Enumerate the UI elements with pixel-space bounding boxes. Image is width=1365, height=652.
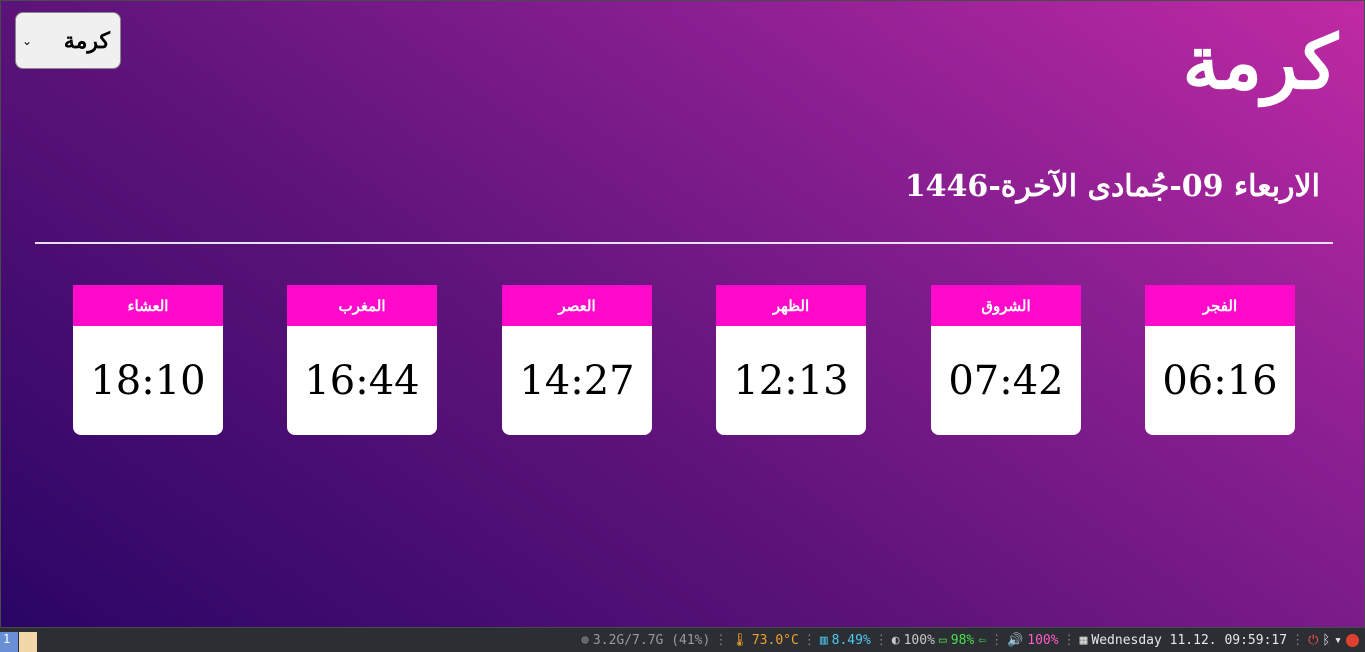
memory-usage: 3.2G/7.7G (41%)	[592, 632, 711, 648]
battery-level: 98%	[950, 632, 975, 648]
prayer-card-fajr: الفجر 06:16	[1145, 285, 1295, 435]
prayer-name: المغرب	[287, 285, 437, 326]
clock: Wednesday 11.12. 09:59:17	[1091, 632, 1288, 648]
separator: ⋮	[802, 632, 816, 648]
prayer-time: 18:10	[90, 357, 206, 404]
prayer-time: 16:44	[304, 357, 420, 404]
prayer-name: الشروق	[931, 285, 1081, 326]
prayer-name: العصر	[502, 285, 652, 326]
wifi-icon[interactable]: ▾	[1334, 633, 1342, 648]
app-tray-icon[interactable]	[1346, 633, 1359, 647]
separator: ⋮	[1291, 632, 1305, 648]
bluetooth-icon[interactable]: ᛒ	[1322, 633, 1330, 648]
prayer-time: 07:42	[948, 357, 1064, 404]
cpu-icon: ▥	[819, 632, 828, 648]
city-title: كرمة	[1182, 20, 1338, 106]
speaker-icon[interactable]: 🔊	[1007, 633, 1023, 648]
separator: ⋮	[990, 632, 1004, 648]
prayer-name: الظهر	[716, 285, 866, 326]
chevron-down-icon: ⌄	[22, 33, 33, 48]
prayer-times-window: ⌄ كرمة كرمة الاربعاء 09-جُمادى الآخرة-14…	[0, 0, 1365, 628]
separator: ⋮	[714, 632, 728, 648]
hijri-date: الاربعاء 09-جُمادى الآخرة-1446	[904, 169, 1320, 204]
prayer-time: 12:13	[733, 357, 849, 404]
status-widgets: ⊚ 3.2G/7.7G (41%) ⋮ 🌡 73.0°C ⋮ ▥ 8.49% ⋮…	[581, 628, 1359, 652]
prayer-time: 06:16	[1162, 357, 1278, 404]
city-select[interactable]: ⌄ كرمة	[15, 12, 121, 69]
divider	[35, 242, 1333, 244]
prayer-card-shurooq: الشروق 07:42	[931, 285, 1081, 435]
memory-icon: ⊚	[581, 632, 589, 648]
prayer-time: 14:27	[519, 357, 635, 404]
prayer-card-asr: العصر 14:27	[502, 285, 652, 435]
separator: ⋮	[874, 632, 888, 648]
workspace-button[interactable]: 1	[0, 632, 18, 652]
brightness: 100%	[903, 632, 935, 648]
prayer-name: الفجر	[1145, 285, 1295, 326]
brightness-icon: ◐	[891, 632, 900, 648]
temperature: 73.0°C	[751, 632, 799, 648]
city-select-value: كرمة	[63, 27, 110, 54]
prayer-card-isha: العشاء 18:10	[73, 285, 223, 435]
calendar-icon: ▦	[1079, 632, 1088, 648]
prayer-card-dhuhr: الظهر 12:13	[716, 285, 866, 435]
prayer-name: العشاء	[73, 285, 223, 326]
thermometer-icon: 🌡	[731, 632, 748, 648]
power-icon[interactable]: ⏻	[1308, 633, 1318, 648]
status-bar: 1 ⊚ 3.2G/7.7G (41%) ⋮ 🌡 73.0°C ⋮ ▥ 8.49%…	[0, 628, 1365, 652]
cpu-usage: 8.49%	[831, 632, 871, 648]
charging-plug-icon: ⇦	[978, 632, 987, 648]
battery-icon: ▭	[938, 632, 947, 648]
prayer-card-maghrib: المغرب 16:44	[287, 285, 437, 435]
volume-level: 100%	[1027, 632, 1059, 648]
workspace-indicator[interactable]	[19, 632, 37, 652]
separator: ⋮	[1062, 632, 1076, 648]
